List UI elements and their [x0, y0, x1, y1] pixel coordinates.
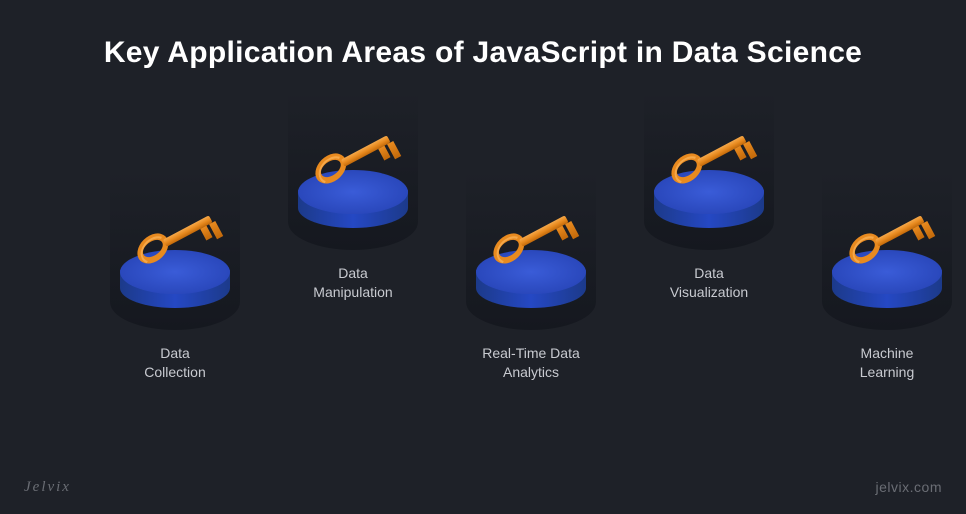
- brand-logo: Jelvix: [24, 479, 71, 496]
- card-machine-learning: Machine Learning: [812, 170, 962, 382]
- cards-row: Data Collection Data Manipulation: [0, 90, 966, 430]
- card-label: Data Visualization: [634, 264, 784, 302]
- card-data-collection: Data Collection: [100, 170, 250, 382]
- card-visual: [466, 170, 596, 330]
- card-data-visualization: Data Visualization: [634, 90, 784, 302]
- card-visual: [644, 90, 774, 250]
- card-visual: [822, 170, 952, 330]
- card-real-time-analytics: Real-Time Data Analytics: [456, 170, 606, 382]
- card-label: Machine Learning: [812, 344, 962, 382]
- page-title: Key Application Areas of JavaScript in D…: [0, 0, 966, 70]
- card-label: Data Manipulation: [278, 264, 428, 302]
- brand-url: jelvix.com: [876, 479, 942, 496]
- card-label: Real-Time Data Analytics: [456, 344, 606, 382]
- card-data-manipulation: Data Manipulation: [278, 90, 428, 302]
- card-visual: [110, 170, 240, 330]
- footer: Jelvix jelvix.com: [0, 479, 966, 496]
- card-label: Data Collection: [100, 344, 250, 382]
- card-visual: [288, 90, 418, 250]
